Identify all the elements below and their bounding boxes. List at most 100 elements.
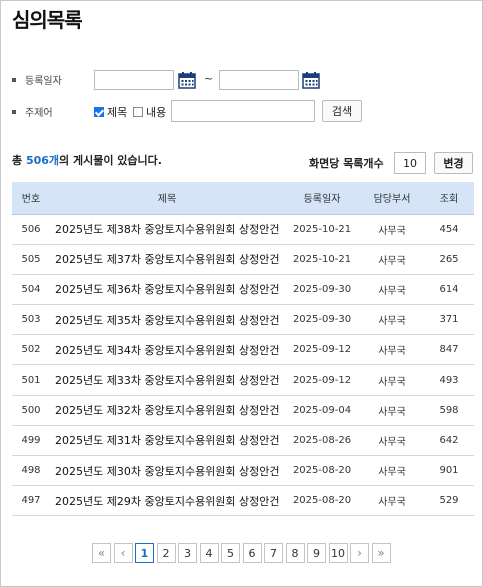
header-number: 번호 bbox=[12, 182, 50, 215]
table-row[interactable]: 501 2025년도 제33차 중앙토지수용위원회 상정안건 2025-09-12 사… bbox=[12, 364, 474, 396]
row-number: 504 bbox=[12, 274, 50, 306]
row-title-link[interactable]: 2025년도 제29차 중앙토지수용위원회 상정안건 bbox=[50, 485, 284, 517]
header-date: 등록일자 bbox=[284, 182, 360, 215]
row-views: 529 bbox=[424, 485, 474, 517]
table-row[interactable]: 500 2025년도 제32차 중앙토지수용위원회 상정안건 2025-09-04 사… bbox=[12, 395, 474, 426]
calendar-icon[interactable] bbox=[302, 71, 320, 89]
row-department: 사무국 bbox=[360, 364, 424, 396]
row-department: 사무국 bbox=[360, 455, 424, 487]
row-title-link[interactable]: 2025년도 제30차 중앙토지수용위원회 상정안건 bbox=[50, 455, 284, 487]
next-page-button[interactable]: › bbox=[350, 543, 369, 563]
subject-filter-label: 주제어 bbox=[12, 104, 53, 119]
header-department: 담당부서 bbox=[360, 182, 424, 215]
bullet-icon bbox=[12, 77, 16, 82]
title-checkbox[interactable]: 제목 bbox=[94, 104, 127, 120]
row-title-link[interactable]: 2025년도 제32차 중앙토지수용위원회 상정안건 bbox=[50, 395, 284, 426]
per-page-input[interactable]: 10 bbox=[394, 152, 426, 174]
page-button-7[interactable]: 7 bbox=[264, 543, 283, 563]
row-number: 506 bbox=[12, 214, 50, 245]
date-filter-label: 등록일자 bbox=[12, 72, 62, 87]
row-views: 371 bbox=[424, 304, 474, 336]
row-title-link[interactable]: 2025년도 제34차 중앙토지수용위원회 상정안건 bbox=[50, 334, 284, 366]
row-department: 사무국 bbox=[360, 425, 424, 457]
row-date: 2025-09-30 bbox=[284, 304, 360, 336]
first-page-button[interactable]: « bbox=[92, 543, 111, 563]
row-views: 493 bbox=[424, 364, 474, 396]
table-header-row: 번호 제목 등록일자 담당부서 조회 bbox=[12, 182, 474, 215]
row-number: 501 bbox=[12, 364, 50, 396]
search-button[interactable]: 검색 bbox=[322, 100, 362, 122]
row-title-link[interactable]: 2025년도 제38차 중앙토지수용위원회 상정안건 bbox=[50, 214, 284, 245]
row-title-link[interactable]: 2025년도 제31차 중앙토지수용위원회 상정안건 bbox=[50, 425, 284, 457]
row-title-link[interactable]: 2025년도 제37차 중앙토지수용위원회 상정안건 bbox=[50, 244, 284, 275]
page-button-1[interactable]: 1 bbox=[135, 543, 154, 563]
row-title-link[interactable]: 2025년도 제36차 중앙토지수용위원회 상정안건 bbox=[50, 274, 284, 306]
board-table: 번호 제목 등록일자 담당부서 조회 506 2025년도 제38차 중앙토지수용… bbox=[12, 182, 474, 517]
page-button-3[interactable]: 3 bbox=[178, 543, 197, 563]
row-date: 2025-09-30 bbox=[284, 274, 360, 306]
date-label-text: 등록일자 bbox=[25, 76, 62, 87]
content-checkbox-label: 내용 bbox=[146, 106, 167, 119]
change-button[interactable]: 변경 bbox=[434, 152, 473, 174]
row-title-link[interactable]: 2025년도 제33차 중앙토지수용위원회 상정안건 bbox=[50, 364, 284, 396]
table-row[interactable]: 499 2025년도 제31차 중앙토지수용위원회 상정안건 2025-08-26 사… bbox=[12, 425, 474, 457]
row-date: 2025-09-12 bbox=[284, 364, 360, 396]
date-range-separator: ~ bbox=[204, 72, 214, 85]
page-button-9[interactable]: 9 bbox=[307, 543, 326, 563]
date-to-input[interactable] bbox=[219, 70, 299, 90]
page-button-5[interactable]: 5 bbox=[221, 543, 240, 563]
row-department: 사무국 bbox=[360, 244, 424, 275]
subject-label-text: 주제어 bbox=[25, 108, 53, 119]
pagination: « ‹ 1 2 3 4 5 6 7 8 9 10 › » bbox=[92, 543, 393, 563]
row-number: 505 bbox=[12, 244, 50, 275]
last-page-button[interactable]: » bbox=[371, 543, 391, 563]
row-department: 사무국 bbox=[360, 485, 424, 517]
header-views: 조회 bbox=[424, 182, 474, 215]
checkbox-unchecked-icon[interactable] bbox=[133, 107, 143, 117]
row-department: 사무국 bbox=[360, 274, 424, 306]
table-row[interactable]: 504 2025년도 제36차 중앙토지수용위원회 상정안건 2025-09-30 사… bbox=[12, 274, 474, 306]
row-date: 2025-08-26 bbox=[284, 425, 360, 457]
row-title-link[interactable]: 2025년도 제35차 중앙토지수용위원회 상정안건 bbox=[50, 304, 284, 336]
total-count: 506개 bbox=[25, 154, 60, 167]
title-checkbox-label: 제목 bbox=[107, 106, 128, 119]
table-row[interactable]: 505 2025년도 제37차 중앙토지수용위원회 상정안건 2025-10-21 사… bbox=[12, 244, 474, 275]
content-checkbox[interactable]: 내용 bbox=[133, 104, 166, 120]
page-button-8[interactable]: 8 bbox=[285, 543, 305, 563]
row-department: 사무국 bbox=[360, 334, 424, 366]
row-date: 2025-10-21 bbox=[284, 214, 360, 245]
row-number: 500 bbox=[12, 395, 50, 426]
page-button-2[interactable]: 2 bbox=[156, 543, 176, 563]
bullet-icon bbox=[12, 109, 16, 114]
table-row[interactable]: 506 2025년도 제38차 중앙토지수용위원회 상정안건 2025-10-21 사… bbox=[12, 214, 474, 245]
page-button-10[interactable]: 10 bbox=[328, 543, 348, 563]
prev-page-button[interactable]: ‹ bbox=[113, 543, 133, 563]
date-from-input[interactable] bbox=[94, 70, 174, 90]
table-row[interactable]: 498 2025년도 제30차 중앙토지수용위원회 상정안건 2025-08-20 사… bbox=[12, 455, 474, 487]
checkbox-checked-icon[interactable] bbox=[94, 107, 104, 117]
row-date: 2025-08-20 bbox=[284, 455, 360, 487]
row-date: 2025-09-12 bbox=[284, 334, 360, 366]
row-views: 614 bbox=[424, 274, 474, 306]
page-button-4[interactable]: 4 bbox=[199, 543, 219, 563]
page-button-6[interactable]: 6 bbox=[242, 543, 262, 563]
row-views: 847 bbox=[424, 334, 474, 366]
header-title: 제목 bbox=[50, 182, 284, 215]
total-count-text: 총 506개의 게시물이 있습니다. bbox=[12, 152, 162, 168]
table-row[interactable]: 497 2025년도 제29차 중앙토지수용위원회 상정안건 2025-08-20 사… bbox=[12, 485, 474, 517]
row-views: 598 bbox=[424, 395, 474, 426]
row-department: 사무국 bbox=[360, 304, 424, 336]
total-prefix: 총 bbox=[12, 154, 26, 167]
row-department: 사무국 bbox=[360, 214, 424, 245]
table-row[interactable]: 503 2025년도 제35차 중앙토지수용위원회 상정안건 2025-09-30 사… bbox=[12, 304, 474, 336]
keyword-input[interactable] bbox=[171, 100, 315, 122]
table-row[interactable]: 502 2025년도 제34차 중앙토지수용위원회 상정안건 2025-09-12 사… bbox=[12, 334, 474, 366]
row-views: 642 bbox=[424, 425, 474, 457]
row-views: 265 bbox=[424, 244, 474, 275]
row-views: 454 bbox=[424, 214, 474, 245]
per-page-label: 화면당 목록개수 bbox=[309, 157, 384, 170]
row-date: 2025-08-20 bbox=[284, 485, 360, 517]
row-department: 사무국 bbox=[360, 395, 424, 426]
total-suffix: 의 게시물이 있습니다. bbox=[59, 154, 162, 167]
calendar-icon[interactable] bbox=[178, 71, 196, 89]
